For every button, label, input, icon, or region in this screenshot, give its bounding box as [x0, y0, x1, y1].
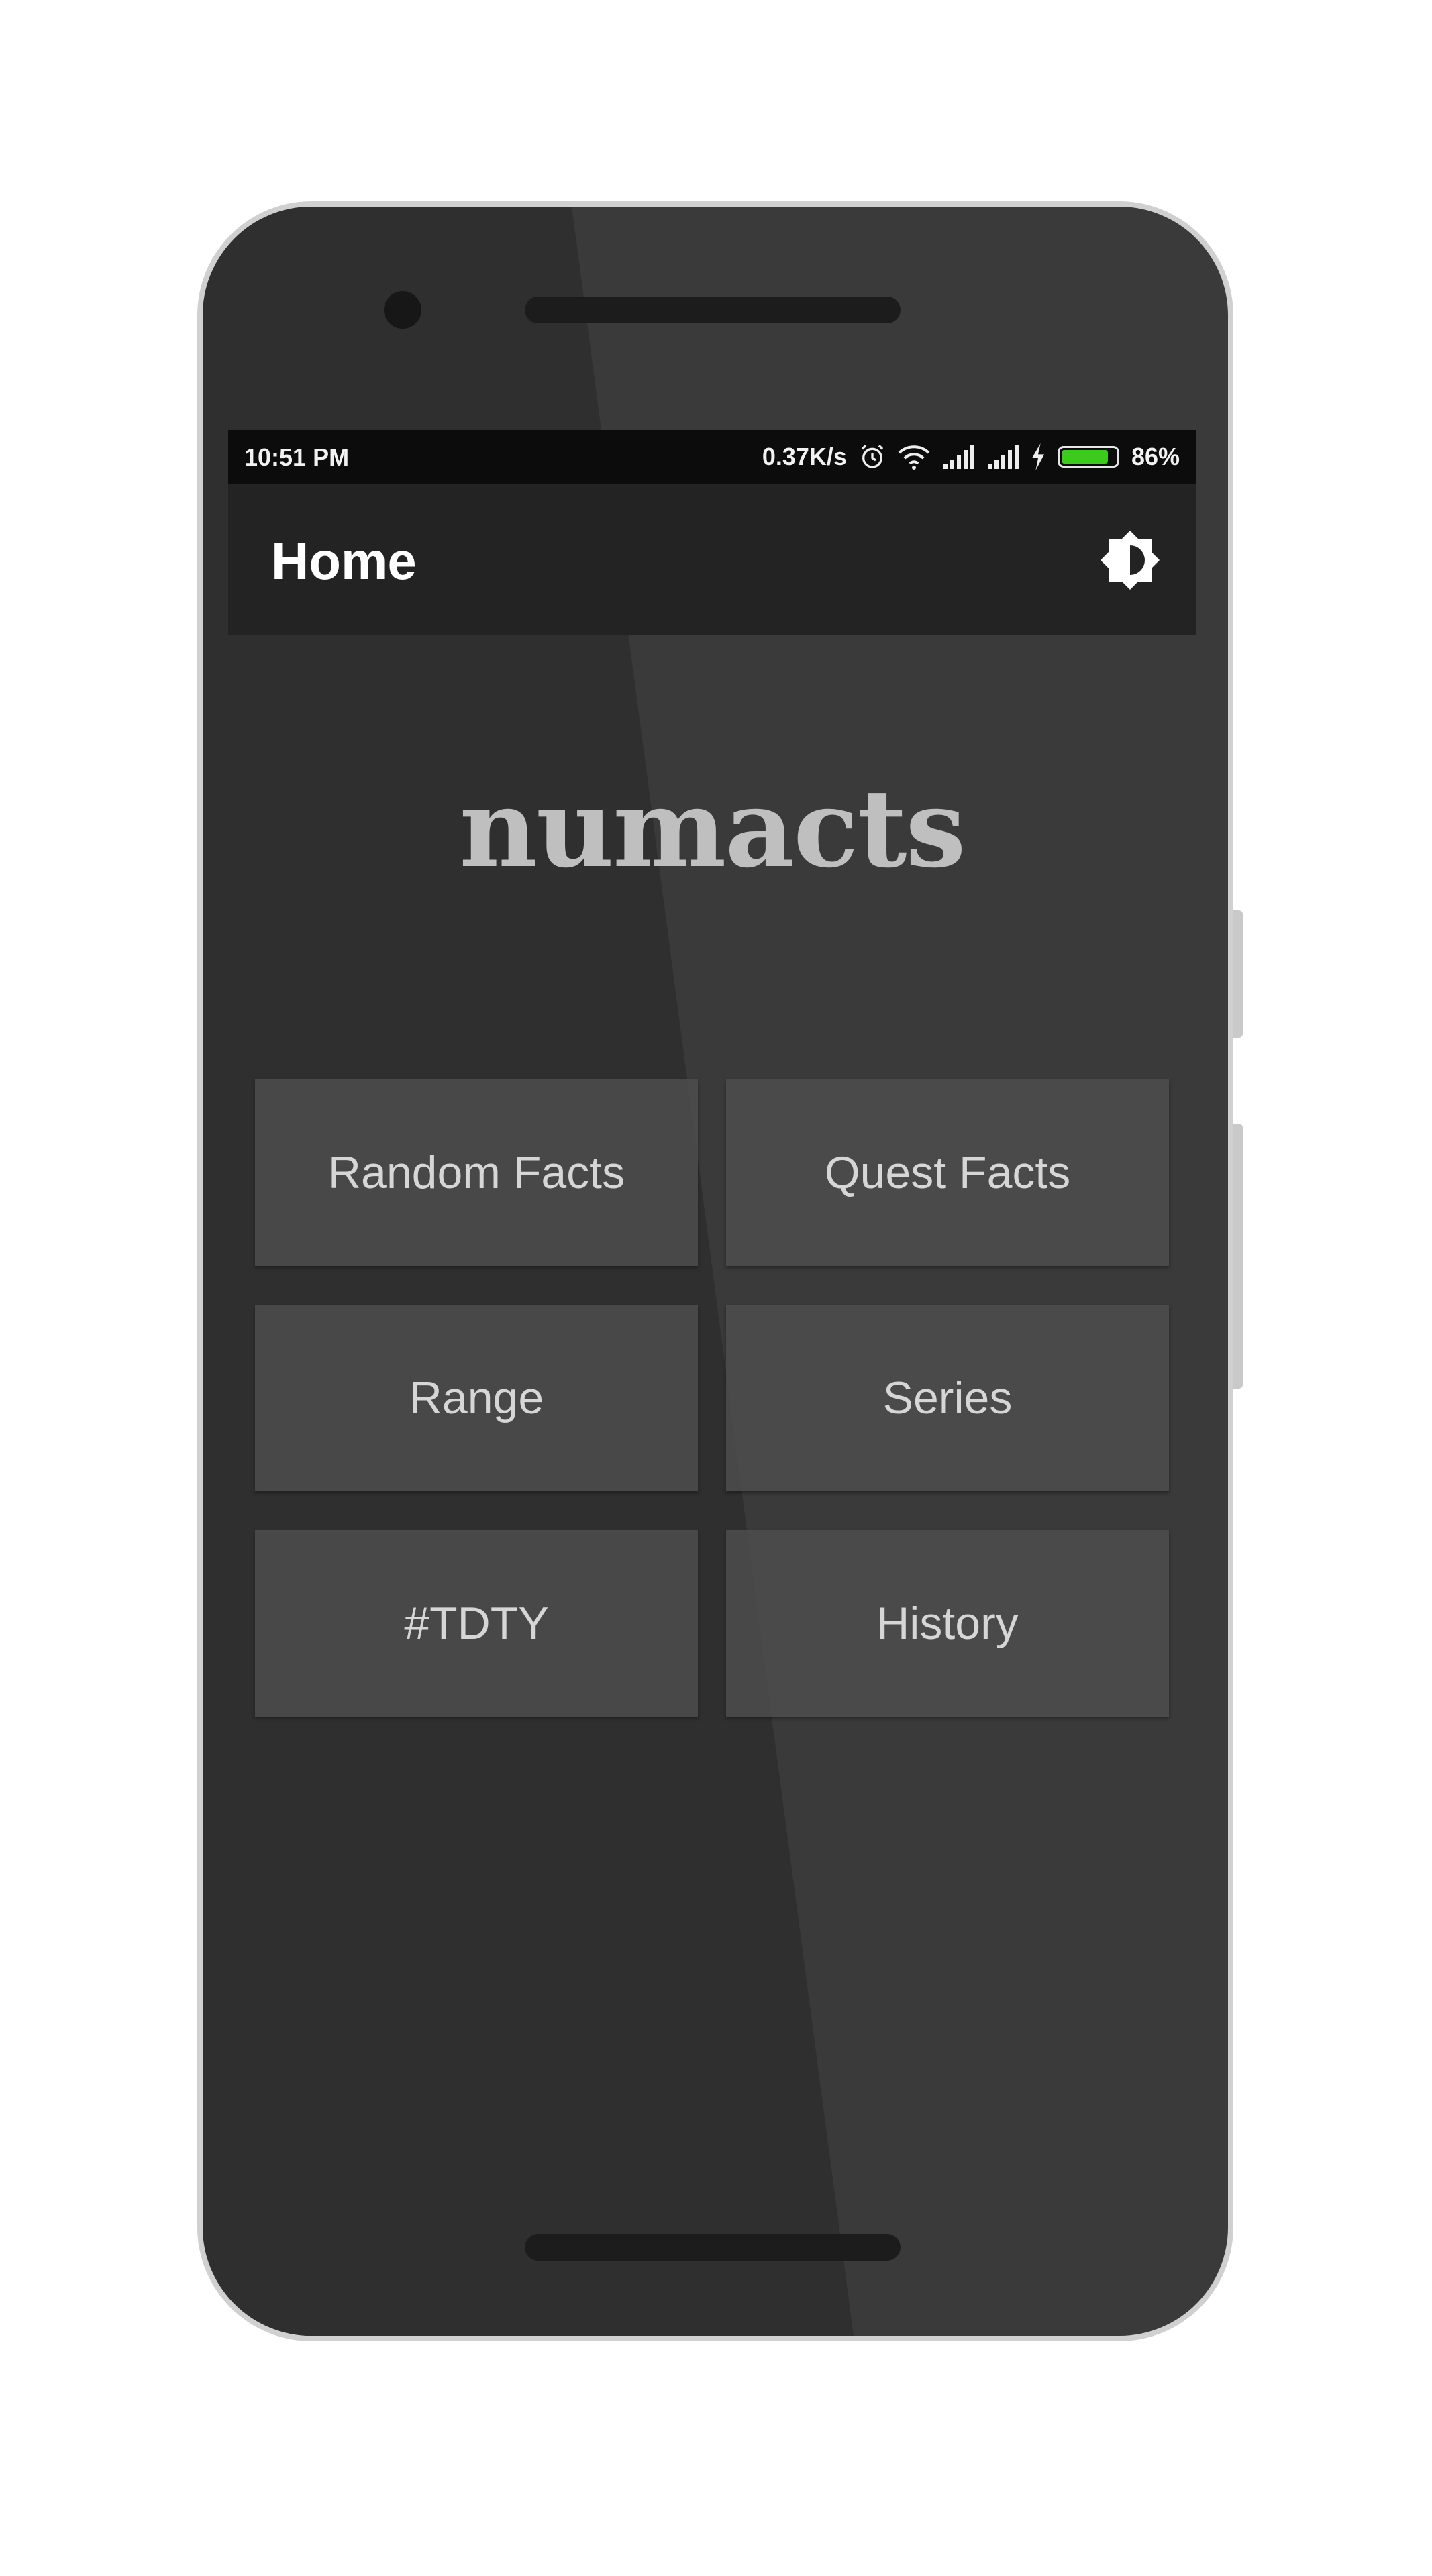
app-logo: numacts: [459, 765, 966, 892]
front-camera: [384, 291, 421, 329]
random-facts-button[interactable]: Random Facts: [255, 1079, 698, 1266]
status-bar: 10:51 PM 0.37K/s 86%: [228, 430, 1196, 484]
volume-button: [1233, 910, 1243, 1038]
tdty-button[interactable]: #TDTY: [255, 1530, 698, 1717]
history-button[interactable]: History: [726, 1530, 1169, 1717]
status-time: 10:51 PM: [244, 443, 350, 471]
battery-level: [1061, 450, 1108, 464]
brightness-icon[interactable]: [1098, 528, 1162, 592]
app-bar: Home: [228, 484, 1196, 635]
battery-icon: [1057, 446, 1119, 468]
battery-percent: 86%: [1131, 443, 1180, 470]
series-button[interactable]: Series: [726, 1305, 1169, 1491]
quest-facts-button[interactable]: Quest Facts: [726, 1079, 1169, 1266]
network-speed: 0.37K/s: [762, 443, 847, 470]
phone-frame: 10:51 PM 0.37K/s 86% Home numacts Random…: [197, 201, 1243, 2341]
alarm-icon: [859, 443, 886, 470]
earpiece-speaker: [525, 297, 901, 323]
range-button[interactable]: Range: [255, 1305, 698, 1491]
charging-icon: [1031, 443, 1045, 470]
status-indicators: 0.37K/s 86%: [762, 439, 1180, 474]
power-button: [1233, 1124, 1243, 1389]
app-screen: 10:51 PM 0.37K/s 86% Home numacts Random…: [228, 430, 1196, 2040]
signal-icon: [986, 445, 1019, 469]
page-title: Home: [271, 531, 417, 590]
phone-body: 10:51 PM 0.37K/s 86% Home numacts Random…: [203, 207, 1228, 2336]
bottom-speaker: [525, 2234, 901, 2261]
signal-icon: [942, 445, 974, 469]
wifi-icon: [898, 443, 930, 470]
